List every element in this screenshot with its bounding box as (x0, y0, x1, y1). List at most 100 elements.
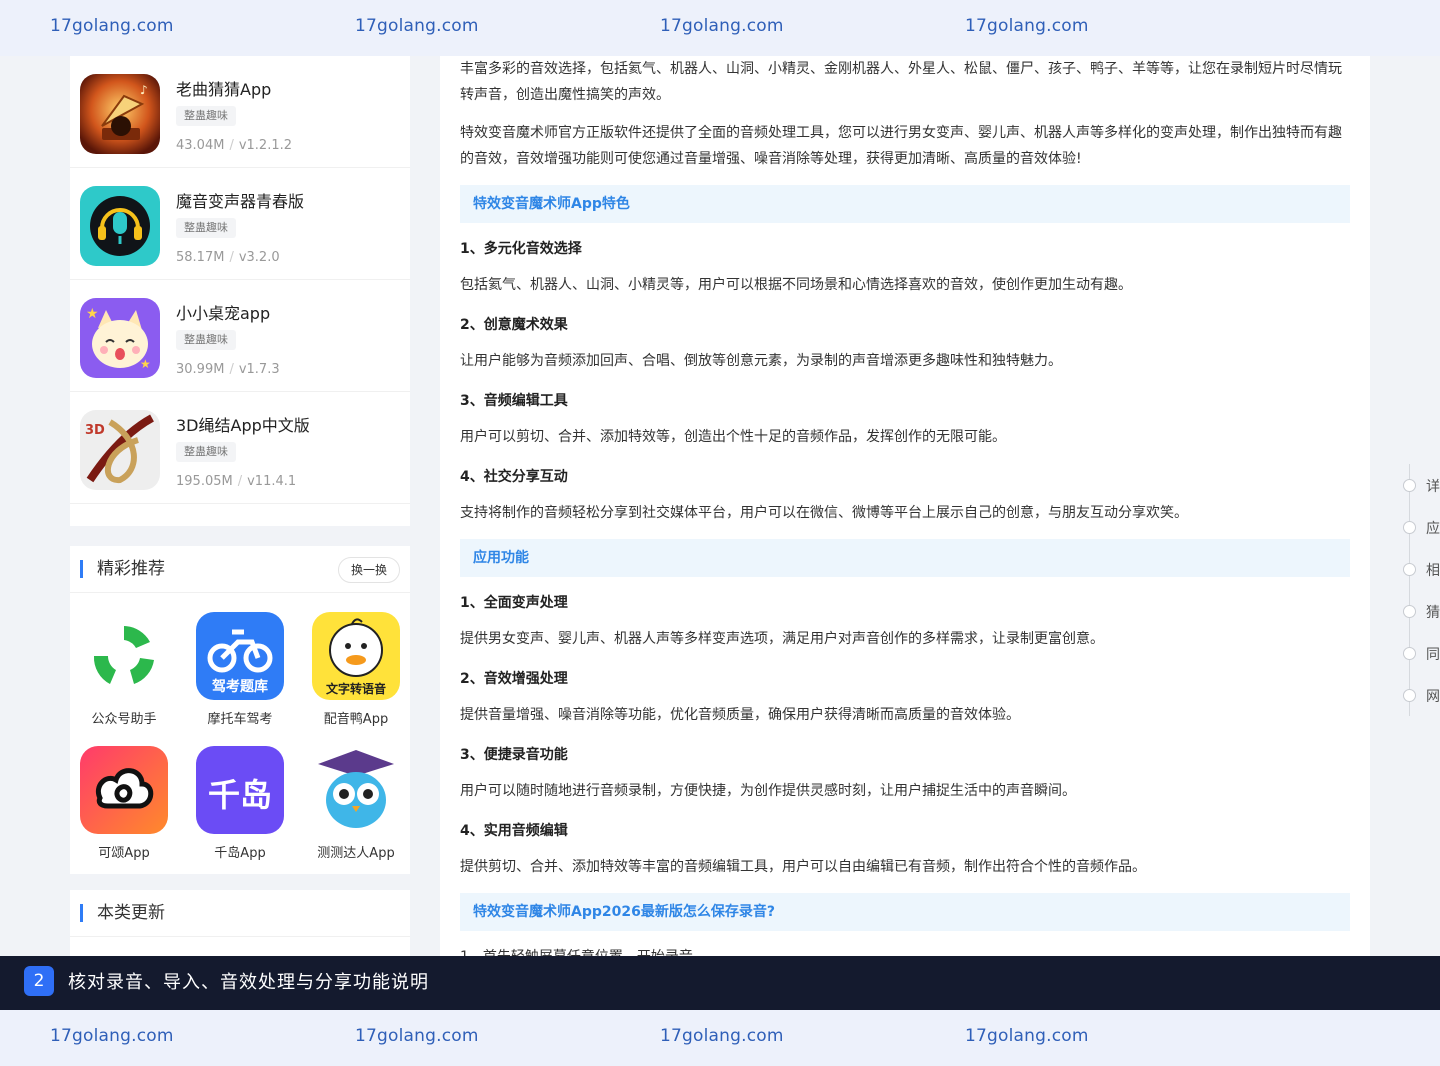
recommend-label: 摩托车驾考 (207, 712, 273, 727)
app-version: v1.7.3 (238, 362, 280, 377)
cloud-logo-icon (80, 746, 168, 834)
toc-dot[interactable] (1403, 521, 1416, 534)
function-title: 2、音效增强处理 (460, 671, 568, 687)
recommend-item[interactable]: 千岛 千岛App (182, 746, 298, 861)
feature-body: 支持将制作的音频轻松分享到社交媒体平台，用户可以在微信、微博等平台上展示自己的创… (460, 505, 1188, 521)
swap-button[interactable]: 换一换 (337, 557, 400, 583)
recommend-item[interactable]: 公众号助手 (66, 612, 182, 727)
recommend-item[interactable]: 可颂App (66, 746, 182, 861)
toc-dot[interactable] (1403, 563, 1416, 576)
watermark-text: 17golang.com (50, 1026, 174, 1046)
app-name: 3D绳结App中文版 (176, 416, 310, 435)
feature-title: 4、社交分享互动 (460, 469, 568, 485)
category-updates-card: 本类更新 (70, 890, 410, 956)
article-content: 丰富多彩的音效选择，包括氦气、机器人、山洞、小精灵、金刚机器人、外星人、松鼠、僵… (440, 56, 1370, 956)
recommend-card: 精彩推荐 换一换 公众号助手 驾考题库 摩托车驾考 文字转语音 配音鸭App 可… (70, 546, 410, 874)
recommend-title: 精彩推荐 (80, 560, 165, 578)
recommend-label: 公众号助手 (91, 712, 157, 727)
watermark-text: 17golang.com (355, 16, 479, 36)
icon-caption: 驾考题库 (212, 679, 268, 695)
recommend-label: 测测达人App (317, 846, 395, 861)
section-heading-save: 特效变音魔术师App2026最新版怎么保存录音? (460, 893, 1350, 931)
recommend-label: 可颂App (98, 846, 150, 861)
toc-dot[interactable] (1403, 605, 1416, 618)
divider (70, 936, 410, 937)
app-size: 195.05M (176, 474, 233, 489)
watermark-text: 17golang.com (965, 16, 1089, 36)
feature-title: 3、音频编辑工具 (460, 393, 568, 409)
function-title: 1、全面变声处理 (460, 595, 568, 611)
intro-paragraph: 特效变音魔术师官方正版软件还提供了全面的音频处理工具，您可以进行男女变声、婴儿声… (460, 125, 1342, 167)
function-body: 提供男女变声、婴儿声、机器人声等多样变声选项，满足用户对声音创作的多样需求，让录… (460, 631, 1104, 647)
function-title: 3、便捷录音功能 (460, 747, 568, 763)
section-heading-functions: 应用功能 (460, 539, 1350, 577)
toc-item[interactable]: 网 (1426, 686, 1440, 706)
function-title: 4、实用音频编辑 (460, 823, 568, 839)
app-tag: 整蛊趣味 (176, 218, 236, 238)
app-size: 58.17M (176, 250, 225, 265)
toc-rail-line (1409, 464, 1410, 716)
app-meta: 30.99M / v1.7.3 (176, 362, 280, 377)
app-meta: 58.17M / v3.2.0 (176, 250, 280, 265)
recommend-item[interactable]: 文字转语音 配音鸭App (298, 612, 414, 727)
app-list-item[interactable]: 3D 3D绳结App中文版 整蛊趣味 195.05M / v11.4.1 (70, 392, 410, 504)
svg-text:3D: 3D (85, 423, 105, 438)
duck-icon: 文字转语音 (312, 612, 400, 700)
recommend-item[interactable]: 测测达人App (298, 746, 414, 861)
recommend-label: 千岛App (214, 846, 266, 861)
toc-dot[interactable] (1403, 689, 1416, 702)
toc-item[interactable]: 应 (1426, 518, 1440, 538)
watermark-text: 17golang.com (50, 16, 174, 36)
icon-caption: 文字转语音 (325, 682, 386, 696)
owl-icon (312, 746, 400, 834)
toc-item[interactable]: 相 (1426, 560, 1440, 580)
app-size: 43.04M (176, 138, 225, 153)
toc-dot[interactable] (1403, 479, 1416, 492)
watermark-bar-top: 17golang.com 17golang.com 17golang.com 1… (0, 0, 1440, 56)
feature-title: 2、创意魔术效果 (460, 317, 568, 333)
watermark-text: 17golang.com (660, 1026, 784, 1046)
app-tag: 整蛊趣味 (176, 442, 236, 462)
recommend-label: 配音鸭App (323, 712, 389, 727)
app-tag: 整蛊趣味 (176, 330, 236, 350)
step-number-badge: 2 (24, 966, 54, 996)
feature-body: 用户可以剪切、合并、添加特效等，创造出个性十足的音频作品，发挥创作的无限可能。 (460, 429, 1006, 445)
rope-knot-icon: 3D (80, 410, 160, 490)
app-list-item[interactable]: 魔音变声器青春版 整蛊趣味 58.17M / v3.2.0 (70, 168, 410, 280)
toc-dot[interactable] (1403, 647, 1416, 660)
motorcycle-icon: 驾考题库 (196, 612, 284, 700)
section-heading-features: 特效变音魔术师App特色 (460, 185, 1350, 223)
app-tag: 整蛊趣味 (176, 106, 236, 126)
app-version: v11.4.1 (247, 474, 297, 489)
cat-pet-icon: ★ ★ (80, 298, 160, 378)
app-list-card: ♪ 老曲猜猜App 整蛊趣味 43.04M / v1.2.1.2 魔音变声器青春版 … (70, 56, 410, 526)
svg-text:★: ★ (86, 306, 99, 322)
watermark-text: 17golang.com (660, 16, 784, 36)
app-name: 魔音变声器青春版 (176, 192, 305, 211)
app-list-item[interactable]: ★ ★ 小小桌宠app 整蛊趣味 30.99M / v1.7.3 (70, 280, 410, 392)
toc-item[interactable]: 猜 (1426, 602, 1440, 622)
divider (70, 592, 410, 593)
app-name: 小小桌宠app (176, 304, 271, 323)
feature-body: 包括氦气、机器人、山洞、小精灵等，用户可以根据不同场景和心情选择喜欢的音效，使创… (460, 277, 1132, 293)
intro-paragraph: 丰富多彩的音效选择，包括氦气、机器人、山洞、小精灵、金刚机器人、外星人、松鼠、僵… (460, 61, 1342, 103)
toc-item[interactable]: 详 (1426, 476, 1440, 496)
step-text: 1、首先轻触屏幕任意位置，开始录音 (460, 944, 1350, 956)
feature-title: 1、多元化音效选择 (460, 241, 582, 257)
app-version: v3.2.0 (238, 250, 280, 265)
watermark-bar-bottom: 17golang.com 17golang.com 17golang.com 1… (0, 1010, 1440, 1066)
microphone-headphones-icon (80, 186, 160, 266)
swirl-logo-icon (80, 612, 168, 700)
updates-title: 本类更新 (80, 904, 165, 922)
toc-item[interactable]: 同 (1426, 644, 1440, 664)
app-meta: 195.05M / v11.4.1 (176, 474, 297, 489)
recommend-item[interactable]: 驾考题库 摩托车驾考 (182, 612, 298, 727)
app-list-item[interactable]: ♪ 老曲猜猜App 整蛊趣味 43.04M / v1.2.1.2 (70, 56, 410, 168)
caption-text: 核对录音、导入、音效处理与分享功能说明 (68, 972, 429, 993)
svg-text:♪: ♪ (140, 83, 148, 97)
app-name: 老曲猜猜App (176, 80, 272, 99)
function-body: 提供音量增强、噪音消除等功能，优化音频质量，确保用户获得清晰而高质量的音效体验。 (460, 707, 1020, 723)
qiandao-logo-icon: 千岛 (196, 746, 284, 834)
gramophone-icon: ♪ (80, 74, 160, 154)
caption-banner: 2 核对录音、导入、音效处理与分享功能说明 (0, 956, 1440, 1010)
